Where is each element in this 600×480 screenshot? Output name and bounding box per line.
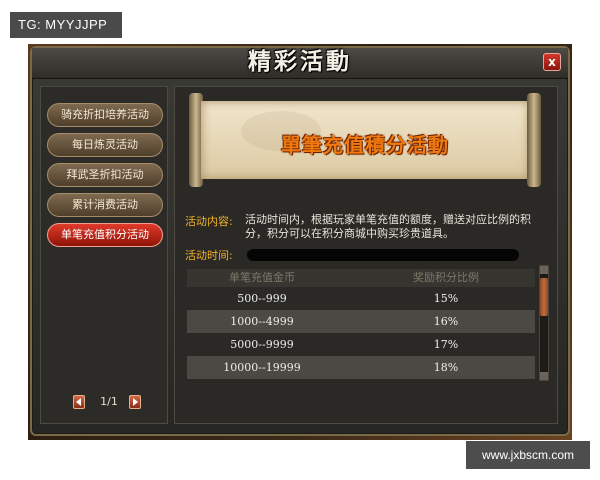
header-recharge-amount: 单笔充值金币 — [229, 271, 295, 284]
page-indicator: 1/1 — [100, 395, 118, 408]
scroll-thumb[interactable] — [540, 278, 548, 316]
close-button[interactable]: x — [543, 53, 561, 71]
table-header: 单笔充值金币 奖励积分比例 — [187, 269, 535, 287]
table-row: 500--999 15% — [187, 287, 535, 310]
scrollbar[interactable] — [539, 265, 549, 381]
sidebar-item-mount-discount[interactable]: 骑充折扣培养活动 — [47, 103, 163, 127]
scroll-banner: 單筆充值積分活動 — [189, 93, 541, 187]
event-window: 精彩活動 x 骑充折扣培养活动 每日炼灵活动 拜武圣折扣活动 累计消费活动 单笔… — [30, 46, 570, 436]
pager: 1/1 — [65, 393, 145, 411]
header-reward-ratio: 奖励积分比例 — [413, 271, 479, 284]
scroll-down-button[interactable] — [540, 372, 548, 380]
watermark-top: TG: MYYJJPP — [10, 12, 122, 38]
title-bar: 精彩活動 x — [32, 48, 568, 79]
scroll-paper: 單筆充值積分活動 — [201, 101, 529, 179]
table-row: 5000--9999 17% — [187, 333, 535, 356]
cell-amount: 10000--19999 — [223, 361, 301, 374]
next-page-button[interactable] — [129, 395, 141, 409]
table-row: 1000--4999 16% — [187, 310, 535, 333]
scroll-up-button[interactable] — [540, 266, 548, 274]
cell-ratio: 17% — [433, 338, 459, 351]
event-detail-panel: 單筆充值積分活動 活动内容: 活动时间内，根据玩家单笔充值的额度，赠送对应比例的… — [174, 86, 558, 424]
cell-ratio: 16% — [433, 315, 459, 328]
window-title: 精彩活動 — [248, 48, 352, 75]
reward-table: 单笔充值金币 奖励积分比例 500--999 15% 1000--4999 16… — [187, 269, 535, 381]
cell-ratio: 18% — [433, 361, 459, 374]
watermark-bottom: www.jxbscm.com — [466, 441, 590, 469]
cell-ratio: 15% — [433, 292, 459, 305]
banner-title: 單筆充值積分活動 — [281, 133, 449, 157]
sidebar-item-single-recharge[interactable]: 单笔充值积分活动 — [47, 223, 163, 247]
content-label: 活动内容: — [185, 215, 233, 228]
prev-page-button[interactable] — [73, 395, 85, 409]
sidebar: 骑充折扣培养活动 每日炼灵活动 拜武圣折扣活动 累计消费活动 单笔充值积分活动 … — [40, 86, 168, 424]
scroll-rod-right — [527, 93, 541, 187]
cell-amount: 1000--4999 — [230, 315, 294, 328]
sidebar-item-cumulative-spend[interactable]: 累计消费活动 — [47, 193, 163, 217]
cell-amount: 500--999 — [237, 292, 287, 305]
content-text: 活动时间内，根据玩家单笔充值的额度，赠送对应比例的积分，积分可以在积分商城中购买… — [245, 213, 531, 240]
sidebar-item-daily-refine[interactable]: 每日炼灵活动 — [47, 133, 163, 157]
redacted-time — [247, 249, 519, 261]
time-label: 活动时间: — [185, 249, 233, 262]
table-row: 10000--19999 18% — [187, 356, 535, 379]
cell-amount: 5000--9999 — [230, 338, 294, 351]
sidebar-item-martial-discount[interactable]: 拜武圣折扣活动 — [47, 163, 163, 187]
